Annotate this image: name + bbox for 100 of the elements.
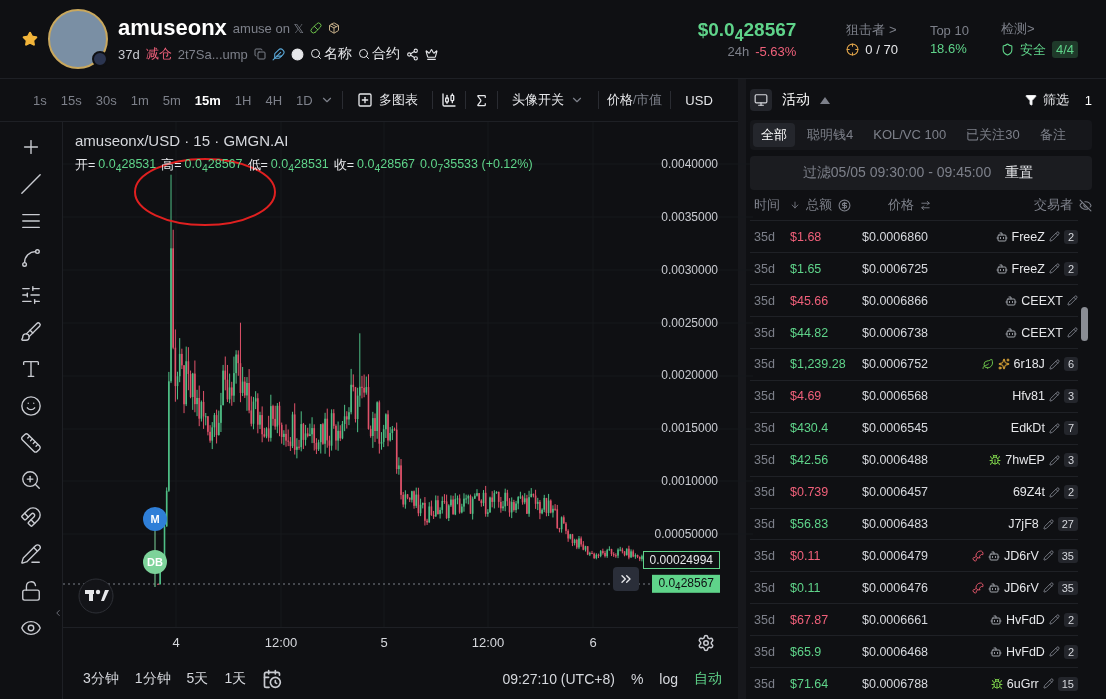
scroll-right-button[interactable]: [613, 567, 639, 591]
edit-icon[interactable]: [1048, 486, 1060, 498]
activity-tab[interactable]: 全部: [753, 122, 795, 147]
trader-name[interactable]: CEEXT: [1021, 293, 1063, 308]
edit-icon[interactable]: [1042, 678, 1054, 690]
swap-icon[interactable]: [920, 199, 931, 211]
token-name: amuseonx: [118, 15, 227, 41]
smiley-icon[interactable]: [20, 395, 42, 417]
range-button[interactable]: 5天: [186, 669, 209, 688]
interval-tab[interactable]: 1D: [289, 92, 320, 108]
scrollbar-thumb[interactable]: [1081, 307, 1088, 341]
edit-icon[interactable]: [1048, 359, 1060, 370]
interval-tab[interactable]: 1m: [123, 92, 156, 108]
edit-icon[interactable]: [1048, 390, 1060, 402]
edit-icon[interactable]: [1048, 646, 1060, 658]
activity-tab[interactable]: 已关注30: [958, 122, 1028, 147]
edit-icon[interactable]: [1048, 263, 1060, 275]
dollar-icon[interactable]: [838, 198, 851, 212]
search-link[interactable]: 名称: [309, 45, 352, 63]
activity-tab[interactable]: KOL/VC 100: [865, 124, 955, 146]
interval-tab[interactable]: 15s: [53, 92, 89, 108]
text-tool-icon[interactable]: [20, 358, 42, 380]
price-mode-toggle[interactable]: 价格: [606, 91, 633, 109]
calendar-icon[interactable]: [262, 668, 283, 689]
range-button[interactable]: 3分钟: [83, 669, 119, 688]
column-header[interactable]: 价格: [888, 196, 914, 214]
interval-tab[interactable]: 1H: [227, 92, 259, 108]
price-mode-toggle[interactable]: /市值: [632, 91, 663, 109]
settings-icon[interactable]: [697, 634, 715, 652]
scale-option[interactable]: 自动: [694, 669, 722, 688]
magnet-icon[interactable]: [20, 506, 42, 528]
ruler-icon[interactable]: [20, 432, 42, 454]
feather-icon[interactable]: [271, 47, 285, 61]
stat-label[interactable]: Top 10: [929, 22, 969, 38]
interval-tab[interactable]: 4H: [258, 92, 290, 108]
currency-toggle[interactable]: USD: [679, 92, 719, 108]
sort-icon[interactable]: [790, 200, 800, 211]
edit-icon[interactable]: [1048, 231, 1060, 243]
activity-tab[interactable]: 聪明钱4: [799, 122, 862, 147]
trader-name[interactable]: HvFdD: [1005, 612, 1045, 627]
line-tool-icon[interactable]: [20, 173, 42, 195]
unlock-icon[interactable]: [20, 580, 42, 602]
trade-price: $0.0006738: [862, 325, 930, 340]
star-icon[interactable]: [22, 31, 38, 47]
reset-button[interactable]: 重置: [999, 163, 1040, 182]
trader-name[interactable]: HvFdD: [1005, 644, 1045, 659]
column-header[interactable]: 时间: [754, 196, 790, 214]
stat-label[interactable]: 检测>: [1000, 19, 1078, 38]
candles-icon[interactable]: [440, 92, 457, 108]
trader-name[interactable]: 6r18J: [1013, 357, 1045, 372]
interval-tab[interactable]: 1s: [26, 92, 54, 108]
avatar-toggle[interactable]: 头像开关: [505, 91, 590, 109]
column-header[interactable]: 总额: [806, 196, 832, 214]
trader-name[interactable]: Hfv81: [1012, 389, 1045, 404]
pencil-icon[interactable]: [20, 543, 42, 565]
interval-tab[interactable]: 30s: [88, 92, 124, 108]
chart-time: 09:27:10 (UTC+8): [502, 670, 615, 687]
interval-tab[interactable]: 15m: [187, 92, 228, 108]
edit-icon[interactable]: [1042, 550, 1054, 562]
edit-icon[interactable]: [1048, 422, 1060, 434]
share-icon[interactable]: [405, 47, 419, 61]
edit-icon[interactable]: [1048, 454, 1060, 466]
trader-name[interactable]: JD6rV: [1004, 548, 1039, 563]
collapse-icon[interactable]: [53, 608, 63, 618]
trader-name[interactable]: 69Z4t: [1012, 485, 1045, 500]
scale-option[interactable]: %: [630, 670, 644, 687]
sliders-icon[interactable]: [20, 284, 42, 306]
eye-off-icon[interactable]: [1079, 198, 1092, 212]
trade-marker[interactable]: M: [143, 507, 167, 531]
column-header[interactable]: 交易者: [1034, 196, 1073, 214]
filter-button[interactable]: 筛选: [1018, 91, 1075, 110]
stat-label[interactable]: 狙击者 >: [846, 21, 898, 39]
range-button[interactable]: 1分钟: [134, 669, 171, 688]
edit-icon[interactable]: [1042, 518, 1054, 530]
spline-icon[interactable]: [20, 247, 42, 269]
edit-icon[interactable]: [1042, 582, 1054, 594]
trader-name[interactable]: FreeZ: [1011, 229, 1045, 244]
activity-tab[interactable]: 备注: [1031, 122, 1074, 147]
trader-name[interactable]: J7jF8: [1008, 517, 1039, 531]
crown-icon[interactable]: [424, 47, 438, 61]
monitor-icon[interactable]: [750, 89, 772, 112]
zoom-in-icon[interactable]: [20, 469, 42, 491]
brush-icon[interactable]: [20, 321, 42, 343]
search-link[interactable]: 合约: [357, 45, 400, 63]
edit-icon[interactable]: [1067, 327, 1078, 339]
trader-name[interactable]: FreeZ: [1011, 261, 1045, 276]
scale-option[interactable]: log: [659, 670, 678, 687]
trader-name[interactable]: CEEXT: [1021, 325, 1063, 340]
copy-icon[interactable]: [253, 48, 266, 60]
edit-icon[interactable]: [1067, 295, 1078, 307]
trader-name[interactable]: 6uGrr: [1006, 676, 1039, 691]
multi-chart-button[interactable]: 多图表: [350, 91, 424, 109]
range-button[interactable]: 1天: [224, 669, 247, 688]
trader-name[interactable]: JD6rV: [1004, 580, 1039, 595]
trader-name[interactable]: 7hwEP: [1005, 453, 1045, 468]
caret-up-icon[interactable]: [820, 96, 830, 104]
price-axis-label: 0.0020000: [661, 368, 718, 383]
trader-name[interactable]: EdkDt: [1010, 421, 1045, 436]
edit-icon[interactable]: [1048, 614, 1060, 626]
interval-tab[interactable]: 5m: [155, 92, 188, 108]
